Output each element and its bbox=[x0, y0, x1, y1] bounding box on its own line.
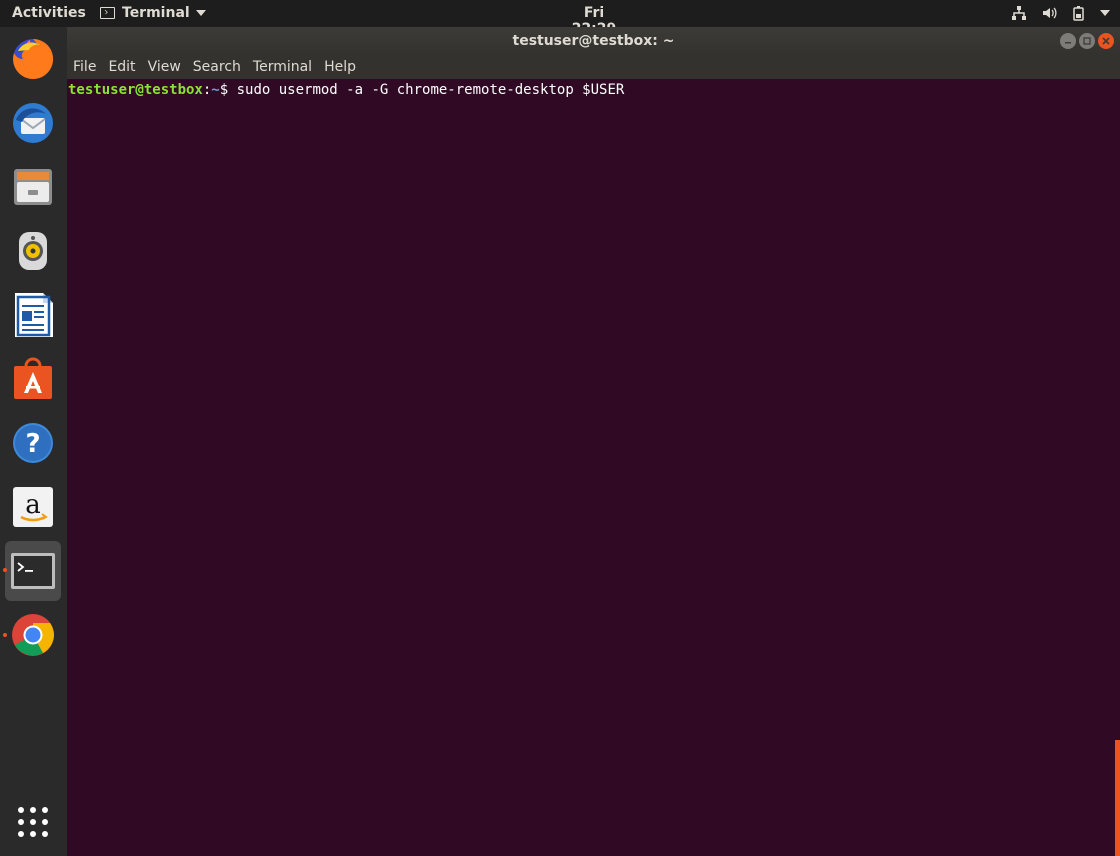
top-bar: Activities Terminal Fri 22:29 bbox=[0, 0, 1120, 37]
window-controls bbox=[1060, 33, 1114, 49]
command-text: sudo usermod -a -G chrome-remote-desktop… bbox=[236, 82, 625, 98]
app-menu[interactable]: Terminal bbox=[100, 5, 206, 21]
battery-icon bbox=[1070, 5, 1088, 21]
minimize-icon bbox=[1065, 42, 1071, 44]
files-icon bbox=[14, 169, 52, 205]
dock-item-software-center[interactable] bbox=[5, 351, 61, 407]
close-button[interactable] bbox=[1098, 33, 1114, 49]
terminal-icon bbox=[11, 553, 55, 589]
dock-item-help[interactable]: ? bbox=[5, 415, 61, 471]
power-menu-icon bbox=[1100, 10, 1110, 16]
terminal-app-icon bbox=[100, 7, 115, 19]
dock-item-chrome[interactable] bbox=[5, 607, 61, 663]
show-applications-button[interactable] bbox=[5, 794, 61, 850]
rhythmbox-icon bbox=[19, 232, 47, 270]
dock-item-files[interactable] bbox=[5, 159, 61, 215]
window-title: testuser@testbox: ~ bbox=[512, 33, 675, 49]
menu-view[interactable]: View bbox=[148, 59, 181, 75]
prompt-path: ~ bbox=[211, 82, 220, 98]
menu-terminal[interactable]: Terminal bbox=[253, 59, 312, 75]
minimize-button[interactable] bbox=[1060, 33, 1076, 49]
firefox-icon bbox=[13, 38, 54, 79]
dock-item-terminal[interactable] bbox=[5, 541, 61, 601]
menu-search[interactable]: Search bbox=[193, 59, 241, 75]
maximize-button[interactable] bbox=[1079, 33, 1095, 49]
scrollbar[interactable] bbox=[1115, 740, 1120, 856]
maximize-icon bbox=[1083, 37, 1091, 45]
running-indicator bbox=[3, 633, 7, 637]
dock-item-rhythmbox[interactable] bbox=[5, 223, 61, 279]
menu-help[interactable]: Help bbox=[324, 59, 356, 75]
prompt-symbol: $ bbox=[219, 82, 237, 98]
terminal-window: testuser@testbox: ~ File Edit View Searc… bbox=[67, 27, 1120, 856]
svg-text:a: a bbox=[25, 490, 41, 520]
volume-icon bbox=[1040, 5, 1058, 21]
amazon-icon: a bbox=[13, 487, 53, 527]
dock-item-writer[interactable] bbox=[5, 287, 61, 343]
software-center-icon bbox=[14, 357, 52, 399]
chrome-icon bbox=[12, 614, 54, 656]
menu-file[interactable]: File bbox=[73, 59, 96, 75]
system-tray[interactable] bbox=[1010, 5, 1110, 21]
window-titlebar[interactable]: testuser@testbox: ~ bbox=[67, 27, 1120, 55]
svg-text:?: ? bbox=[25, 429, 40, 459]
help-icon: ? bbox=[13, 423, 53, 463]
show-applications-icon bbox=[18, 807, 48, 837]
dock: ? a bbox=[0, 27, 67, 856]
dock-item-amazon[interactable]: a bbox=[5, 479, 61, 535]
thunderbird-icon bbox=[13, 103, 53, 143]
dock-item-firefox[interactable] bbox=[5, 31, 61, 87]
terminal-output[interactable]: testuser@testbox:~$ sudo usermod -a -G c… bbox=[67, 79, 1120, 856]
chevron-down-icon bbox=[195, 10, 206, 16]
close-icon bbox=[1102, 37, 1110, 45]
app-menu-label: Terminal bbox=[122, 5, 190, 21]
running-indicator bbox=[3, 568, 7, 572]
writer-icon bbox=[15, 293, 53, 337]
prompt-user: testuser@testbox bbox=[68, 82, 203, 98]
dock-item-thunderbird[interactable] bbox=[5, 95, 61, 151]
menu-edit[interactable]: Edit bbox=[108, 59, 135, 75]
menu-bar: File Edit View Search Terminal Help bbox=[67, 55, 1120, 79]
activities-button[interactable]: Activities bbox=[12, 5, 86, 21]
network-icon bbox=[1010, 5, 1028, 21]
